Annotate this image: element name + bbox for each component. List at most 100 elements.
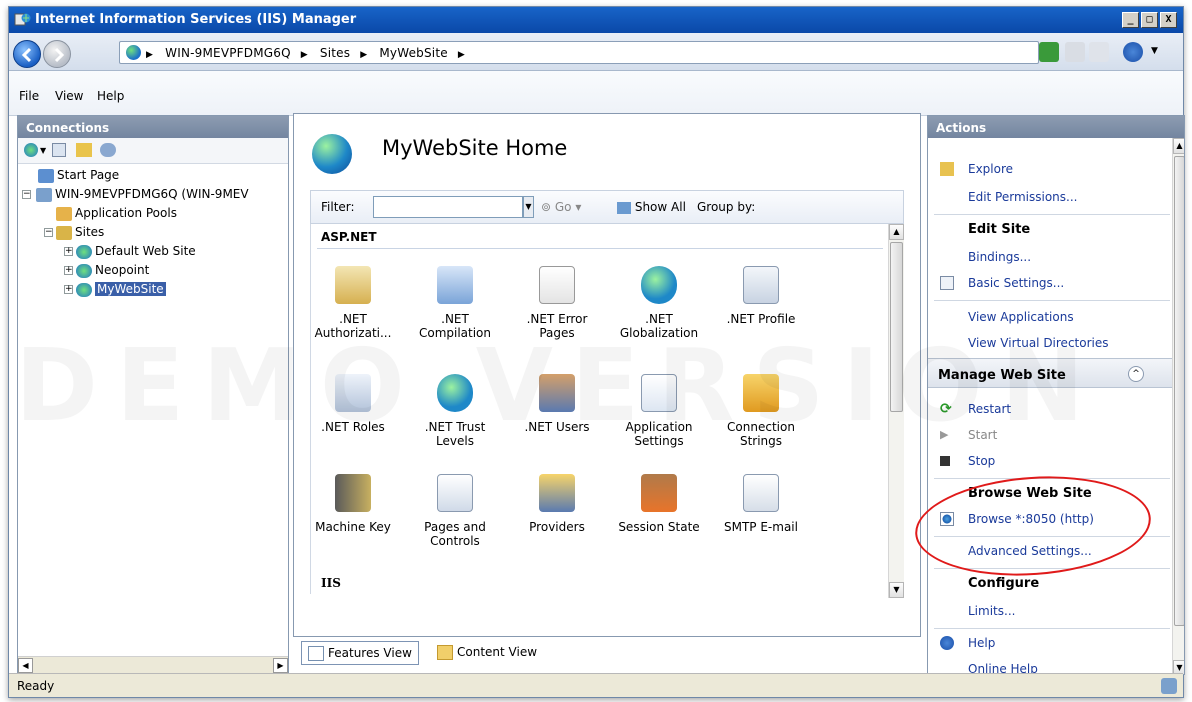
scroll-up-icon[interactable]: ▲ bbox=[1173, 138, 1184, 154]
back-button[interactable] bbox=[13, 40, 41, 68]
scroll-down-icon[interactable]: ▼ bbox=[889, 582, 904, 598]
scroll-thumb[interactable] bbox=[890, 242, 903, 412]
tree-item-server[interactable]: WIN-9MEVPFDMG6Q (WIN-9MEV bbox=[36, 185, 249, 203]
feature-label: .NET Profile bbox=[726, 312, 796, 326]
scroll-right-icon[interactable]: ▶ bbox=[273, 658, 288, 673]
feature-net-compilation[interactable]: .NET Compilation bbox=[413, 266, 497, 340]
advanced-settings-link[interactable]: Advanced Settings... bbox=[968, 544, 1092, 558]
edit-permissions-link[interactable]: Edit Permissions... bbox=[968, 190, 1077, 204]
collapse-icon[interactable]: − bbox=[44, 228, 53, 237]
breadcrumb-sites[interactable]: Sites bbox=[320, 46, 350, 60]
scroll-left-icon[interactable]: ◀ bbox=[18, 658, 33, 673]
tree-item-label: Application Pools bbox=[75, 206, 177, 220]
help-dropdown-arrow-icon[interactable]: ▼ bbox=[1151, 46, 1158, 56]
tree-item-neopoint[interactable]: Neopoint bbox=[76, 261, 149, 279]
tab-label: Features View bbox=[328, 646, 412, 660]
breadcrumb-mywebsite[interactable]: MyWebSite bbox=[379, 46, 447, 60]
feature-net-trust-levels[interactable]: .NET Trust Levels bbox=[413, 374, 497, 448]
restart-link[interactable]: Restart bbox=[968, 402, 1011, 416]
configure-header: Configure bbox=[968, 576, 1040, 591]
connections-horizontal-scrollbar[interactable]: ◀ ▶ bbox=[18, 656, 288, 674]
pages-controls-icon bbox=[437, 474, 473, 512]
address-field[interactable]: ▶ WIN-9MEVPFDMG6Q ▶ Sites ▶ MyWebSite ▶ bbox=[119, 41, 1039, 64]
breadcrumb-server[interactable]: WIN-9MEVPFDMG6Q bbox=[165, 46, 291, 60]
menu-file[interactable]: File bbox=[19, 89, 39, 103]
session-state-icon bbox=[641, 474, 677, 512]
show-all-button[interactable]: Show All bbox=[617, 200, 686, 214]
tree-item-default-web-site[interactable]: Default Web Site bbox=[76, 242, 196, 260]
forward-arrow-icon bbox=[54, 47, 65, 63]
refresh-icon[interactable] bbox=[1039, 42, 1059, 62]
filter-label: Filter: bbox=[321, 200, 355, 214]
tab-features-view[interactable]: Features View bbox=[301, 641, 419, 665]
tree-item-sites[interactable]: Sites bbox=[56, 223, 104, 241]
view-applications-link[interactable]: View Applications bbox=[968, 310, 1074, 324]
menu-view[interactable]: View bbox=[55, 89, 83, 103]
connect-dropdown-icon[interactable]: ▼ bbox=[40, 146, 46, 155]
expand-icon[interactable]: + bbox=[64, 285, 73, 294]
go-button[interactable]: ⊚ Go ▾ bbox=[541, 200, 581, 214]
start-link[interactable]: Start bbox=[968, 428, 997, 442]
delete-connection-icon[interactable] bbox=[100, 143, 116, 157]
tree-item-label: Default Web Site bbox=[95, 244, 196, 258]
filter-dropdown-icon[interactable]: ▼ bbox=[523, 196, 534, 218]
save-icon[interactable] bbox=[52, 143, 66, 157]
forward-button[interactable] bbox=[43, 40, 71, 68]
content-view-icon bbox=[437, 645, 453, 660]
help-link[interactable]: Help bbox=[968, 636, 995, 650]
manage-web-site-header: Manage Web Site bbox=[938, 368, 1066, 383]
feature-smtp-email[interactable]: SMTP E-mail bbox=[719, 474, 803, 534]
feature-net-globalization[interactable]: .NET Globalization bbox=[617, 266, 701, 340]
close-button[interactable]: X bbox=[1160, 12, 1177, 28]
expand-icon[interactable]: + bbox=[64, 247, 73, 256]
title-bar[interactable]: Internet Information Services (IIS) Mana… bbox=[9, 7, 1183, 33]
feature-net-roles[interactable]: .NET Roles bbox=[311, 374, 395, 434]
limits-link[interactable]: Limits... bbox=[968, 604, 1015, 618]
stop-link[interactable]: Stop bbox=[968, 454, 995, 468]
feature-connection-strings[interactable]: Connection Strings bbox=[719, 374, 803, 448]
home-icon[interactable] bbox=[1089, 42, 1109, 62]
basic-settings-link[interactable]: Basic Settings... bbox=[968, 276, 1064, 290]
iis-app-icon bbox=[14, 13, 31, 26]
connect-icon[interactable] bbox=[24, 143, 38, 157]
feature-providers[interactable]: Providers bbox=[515, 474, 599, 534]
minimize-button[interactable]: _ bbox=[1122, 12, 1139, 28]
expand-icon[interactable]: + bbox=[64, 266, 73, 275]
tree-item-start-page[interactable]: Start Page bbox=[38, 166, 119, 184]
features-grid: ASP.NET .NET Authorizati... .NET Compila… bbox=[310, 224, 888, 594]
up-folder-icon[interactable] bbox=[76, 143, 92, 157]
explore-link[interactable]: Explore bbox=[968, 162, 1013, 176]
feature-label: Machine Key bbox=[315, 520, 391, 534]
feature-net-error-pages[interactable]: .NET Error Pages bbox=[515, 266, 599, 340]
collapse-chevron-up-icon[interactable]: ^ bbox=[1128, 366, 1144, 382]
scroll-thumb[interactable] bbox=[1174, 156, 1184, 626]
maximize-button[interactable]: □ bbox=[1141, 12, 1158, 28]
collapse-icon[interactable]: − bbox=[22, 190, 31, 199]
actions-vertical-scrollbar[interactable]: ▲ ▼ bbox=[1172, 138, 1184, 674]
website-globe-icon bbox=[76, 244, 92, 259]
stop-icon[interactable] bbox=[1065, 42, 1085, 62]
feature-label: .NET Roles bbox=[321, 420, 385, 434]
browse-8050-link[interactable]: Browse *:8050 (http) bbox=[968, 512, 1094, 526]
view-virtual-directories-link[interactable]: View Virtual Directories bbox=[968, 336, 1109, 350]
features-vertical-scrollbar[interactable]: ▲ ▼ bbox=[888, 224, 904, 598]
help-icon[interactable] bbox=[1123, 42, 1143, 62]
feature-pages-and-controls[interactable]: Pages and Controls bbox=[413, 474, 497, 548]
tree-item-label: MyWebSite bbox=[95, 282, 166, 296]
globe-icon bbox=[126, 45, 141, 60]
feature-session-state[interactable]: Session State bbox=[617, 474, 701, 534]
feature-machine-key[interactable]: Machine Key bbox=[311, 474, 395, 534]
tree-item-mywebsite[interactable]: MyWebSite bbox=[76, 280, 166, 298]
group-by-label[interactable]: Group by: bbox=[697, 200, 755, 214]
feature-net-users[interactable]: .NET Users bbox=[515, 374, 599, 434]
feature-application-settings[interactable]: Application Settings bbox=[617, 374, 701, 448]
filter-input[interactable] bbox=[373, 196, 523, 218]
menu-help[interactable]: Help bbox=[97, 89, 124, 103]
breadcrumb-separator: ▶ bbox=[360, 50, 368, 60]
feature-net-profile[interactable]: .NET Profile bbox=[719, 266, 803, 326]
tab-content-view[interactable]: Content View bbox=[431, 641, 543, 665]
tree-item-app-pools[interactable]: Application Pools bbox=[56, 204, 177, 222]
feature-net-authorization[interactable]: .NET Authorizati... bbox=[311, 266, 395, 340]
scroll-up-icon[interactable]: ▲ bbox=[889, 224, 904, 240]
bindings-link[interactable]: Bindings... bbox=[968, 250, 1031, 264]
